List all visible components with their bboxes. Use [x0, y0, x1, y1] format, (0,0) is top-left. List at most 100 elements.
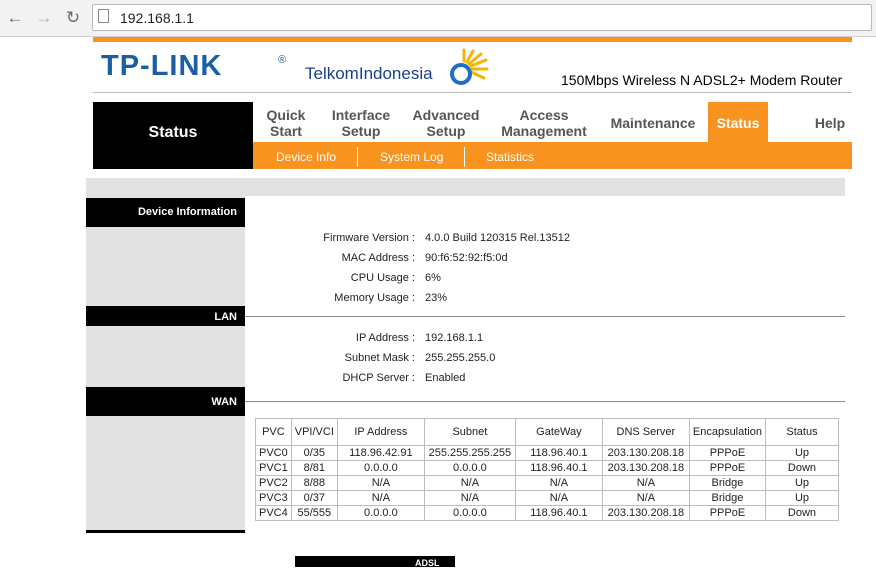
table-cell: Bridge — [688, 475, 766, 491]
tplink-logo: TP-LINK — [101, 50, 223, 82]
firmware-value: 4.0.0 Build 120315 Rel.13512 — [425, 232, 570, 244]
table-cell: 55/555 — [290, 505, 338, 521]
address-bar[interactable] — [92, 4, 872, 31]
lan-mask-value: 255.255.255.0 — [425, 352, 496, 364]
dhcp-label: DHCP Server : — [342, 372, 415, 384]
table-cell: Bridge — [688, 490, 766, 506]
reload-icon[interactable]: ↻ — [63, 9, 83, 27]
table-row: PVC0 0/35 118.96.42.91 255.255.255.255 1… — [255, 445, 839, 461]
table-cell: N/A — [423, 475, 516, 491]
table-header-row: PVC VPI/VCI IP Address Subnet GateWay DN… — [255, 418, 839, 446]
table-cell: 0/35 — [290, 445, 338, 461]
model-name: 150Mbps Wireless N ADSL2+ Modem Router — [561, 72, 843, 88]
column-header: DNS Server — [601, 418, 690, 446]
section-title-wan: WAN — [211, 396, 237, 408]
table-cell: Down — [764, 460, 839, 476]
nav-maintenance[interactable]: Maintenance — [608, 115, 698, 131]
table-cell: 8/88 — [290, 475, 338, 491]
nav-interface-setup[interactable]: Interface Setup — [326, 107, 396, 139]
registered-mark: ® — [278, 54, 287, 66]
lan-mask-label: Subnet Mask : — [344, 352, 415, 364]
firmware-label: Firmware Version : — [323, 232, 415, 244]
cpu-label: CPU Usage : — [350, 272, 415, 284]
table-row: PVC4 55/555 0.0.0.0 0.0.0.0 118.96.40.1 … — [255, 505, 839, 521]
nav-title: Status — [148, 124, 198, 141]
lan-ip-value: 192.168.1.1 — [425, 332, 484, 344]
table-cell: 0.0.0.0 — [336, 505, 425, 521]
back-arrow-icon[interactable]: ← — [5, 9, 25, 27]
table-cell: N/A — [514, 490, 603, 506]
section-footer-bar — [86, 530, 245, 533]
memory-label: Memory Usage : — [334, 292, 415, 304]
table-row: PVC2 8/88 N/A N/A N/A N/A Bridge Up — [255, 475, 839, 491]
column-header: Encapsulation — [688, 418, 766, 446]
mac-value: 90:f6:52:92:f5:0d — [425, 252, 508, 264]
table-cell: PPPoE — [688, 445, 766, 461]
section-divider-lan — [245, 316, 845, 317]
table-row: PVC1 8/81 0.0.0.0 0.0.0.0 118.96.40.1 20… — [255, 460, 839, 476]
table-cell: 203.130.208.18 — [601, 505, 690, 521]
section-divider-wan — [245, 401, 845, 402]
table-cell: 8/81 — [290, 460, 338, 476]
content-top-bar — [86, 178, 845, 196]
wan-table: PVC VPI/VCI IP Address Subnet GateWay DN… — [255, 418, 839, 521]
cpu-value: 6% — [425, 272, 441, 284]
table-cell: PPPoE — [688, 505, 766, 521]
nav-status[interactable]: Status — [708, 115, 768, 131]
table-cell: 118.96.40.1 — [514, 445, 603, 461]
table-cell: PVC1 — [255, 460, 292, 476]
left-column — [86, 196, 245, 533]
table-cell: 118.96.40.1 — [514, 505, 603, 521]
table-cell: PVC0 — [255, 445, 292, 461]
telkom-sun-icon — [450, 48, 489, 85]
nav-access-management[interactable]: Access Management — [498, 107, 590, 139]
table-cell: Up — [764, 490, 839, 506]
table-cell: Down — [764, 505, 839, 521]
page-icon — [98, 9, 109, 23]
table-cell: PVC3 — [255, 490, 292, 506]
telkom-logo: TelkomIndonesia — [305, 64, 433, 83]
table-cell: 0.0.0.0 — [423, 460, 516, 476]
url-text[interactable]: 192.168.1.1 — [120, 10, 194, 26]
table-row: PVC3 0/37 N/A N/A N/A N/A Bridge Up — [255, 490, 839, 506]
subnav-statistics[interactable]: Statistics — [486, 150, 534, 164]
table-cell: N/A — [423, 490, 516, 506]
table-cell: 0/37 — [290, 490, 338, 506]
column-header: Status — [764, 418, 839, 446]
dhcp-value: Enabled — [425, 372, 466, 384]
table-cell: N/A — [336, 490, 425, 506]
table-cell: N/A — [336, 475, 425, 491]
table-cell: PVC4 — [255, 505, 292, 521]
table-cell: 255.255.255.255 — [423, 445, 516, 461]
table-cell: 203.130.208.18 — [601, 460, 690, 476]
table-cell: Up — [764, 475, 839, 491]
table-cell: N/A — [601, 490, 690, 506]
table-cell: 0.0.0.0 — [423, 505, 516, 521]
subnav-divider — [464, 147, 465, 167]
table-cell: 0.0.0.0 — [336, 460, 425, 476]
subnav-device-info[interactable]: Device Info — [276, 150, 336, 164]
table-cell: PPPoE — [688, 460, 766, 476]
table-cell: 118.96.40.1 — [514, 460, 603, 476]
column-header: IP Address — [336, 418, 425, 446]
nav-help[interactable]: Help — [808, 115, 852, 131]
subnav-bar — [253, 142, 852, 169]
column-header: PVC — [255, 418, 292, 446]
column-header: VPI/VCI — [290, 418, 338, 446]
section-title-lan: LAN — [214, 311, 237, 323]
column-header: Subnet — [423, 418, 516, 446]
table-cell: Up — [764, 445, 839, 461]
nav-quick-start[interactable]: Quick Start — [262, 107, 310, 139]
nav-advanced-setup[interactable]: Advanced Setup — [408, 107, 484, 139]
mac-label: MAC Address : — [341, 252, 415, 264]
memory-value: 23% — [425, 292, 448, 304]
lan-ip-label: IP Address : — [355, 332, 415, 344]
column-header: GateWay — [514, 418, 603, 446]
header-divider — [93, 92, 852, 93]
forward-arrow-icon[interactable]: → — [34, 9, 54, 27]
section-title-device-info: Device Information — [137, 206, 237, 218]
subnav-system-log[interactable]: System Log — [380, 150, 443, 164]
subnav-divider — [357, 147, 358, 167]
table-cell: 203.130.208.18 — [601, 445, 690, 461]
table-cell: N/A — [514, 475, 603, 491]
